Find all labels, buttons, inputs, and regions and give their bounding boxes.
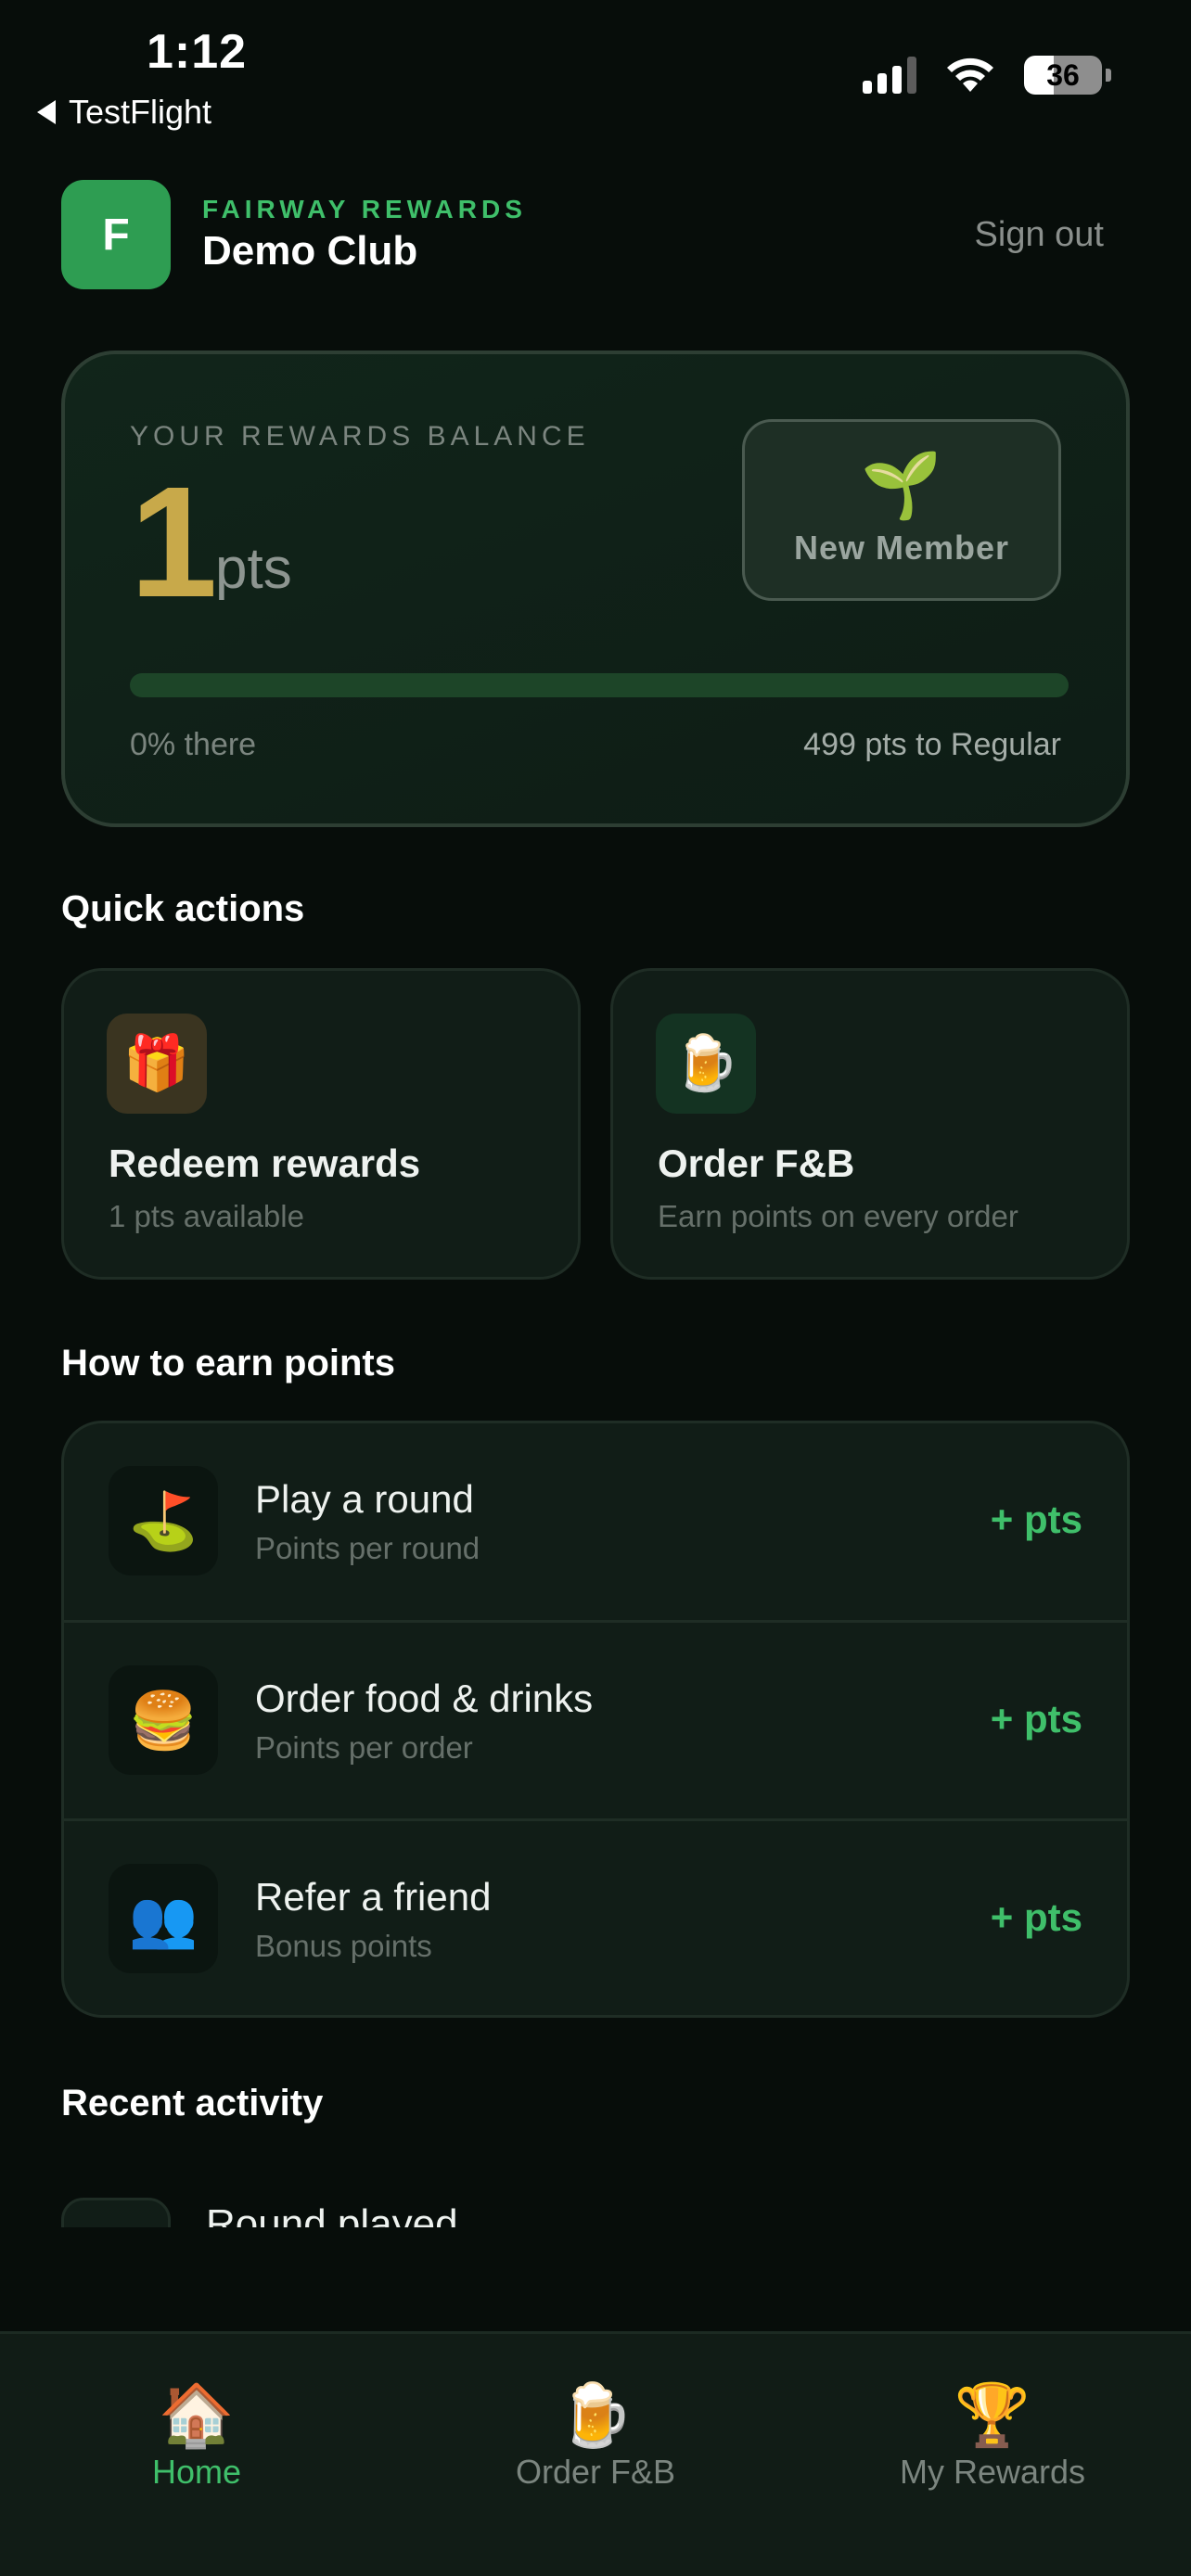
quick-action-title: Redeem rewards xyxy=(109,1141,421,1185)
sign-out-button[interactable]: Sign out xyxy=(975,215,1104,255)
order-fb-card[interactable]: 🍺 Order F&B Earn points on every order xyxy=(610,968,1130,1280)
activity-item-title[interactable]: Round played xyxy=(206,2201,458,2227)
golf-flag-icon: ⛳ xyxy=(109,1466,218,1575)
beer-mug-icon: 🍺 xyxy=(656,1014,756,1114)
tier-progress-bar xyxy=(130,673,1069,697)
balance-unit: pts xyxy=(215,537,292,601)
recent-activity-list: Round played xyxy=(0,2188,1191,2227)
back-to-app-link[interactable]: TestFlight xyxy=(37,93,211,132)
earn-item-points: + pts xyxy=(990,1498,1082,1541)
tab-order-fb[interactable]: 🍺 Order F&B xyxy=(456,2384,735,2492)
quick-action-title: Order F&B xyxy=(658,1141,855,1185)
home-screen: 1:12 TestFlight 36 F FAIRWAY REWARDS Dem… xyxy=(0,0,1191,2576)
house-icon: 🏠 xyxy=(158,2380,236,2449)
balance-label: YOUR REWARDS BALANCE xyxy=(130,421,590,452)
burger-icon: 🍔 xyxy=(109,1665,218,1775)
earn-item-title: Refer a friend xyxy=(255,1875,492,1919)
earn-item-title: Order food & drinks xyxy=(255,1677,594,1720)
battery-level: 36 xyxy=(1024,56,1102,95)
redeem-rewards-card[interactable]: 🎁 Redeem rewards 1 pts available xyxy=(61,968,581,1280)
earn-item-subtitle: Points per order xyxy=(255,1730,473,1765)
tab-label: Home xyxy=(151,2453,242,2491)
earn-item-points: + pts xyxy=(990,1895,1082,1939)
earn-item-refer-friend[interactable]: 👥 Refer a friend Bonus points + pts xyxy=(64,1818,1127,2015)
quick-actions-heading: Quick actions xyxy=(61,888,305,929)
tab-label: My Rewards xyxy=(899,2453,1086,2491)
earn-points-heading: How to earn points xyxy=(61,1343,395,1384)
beer-mug-icon: 🍺 xyxy=(557,2380,634,2449)
balance-points: 1 xyxy=(130,454,218,631)
tab-my-rewards[interactable]: 🏆 My Rewards xyxy=(853,2384,1132,2492)
tab-home[interactable]: 🏠 Home xyxy=(58,2384,336,2492)
status-indicators: 36 xyxy=(863,56,1111,95)
club-logo: F xyxy=(61,180,171,289)
status-time: 1:12 xyxy=(147,25,248,79)
progress-percent: 0% there xyxy=(130,727,257,762)
quick-action-subtitle: Earn points on every order xyxy=(658,1199,1018,1233)
earn-points-list: ⛳ Play a round Points per round + pts 🍔 … xyxy=(61,1421,1130,2018)
earn-item-points: + pts xyxy=(990,1697,1082,1741)
recent-activity-heading: Recent activity xyxy=(61,2083,324,2123)
back-app-label: TestFlight xyxy=(69,93,212,131)
people-icon: 👥 xyxy=(109,1864,218,1973)
tier-badge[interactable]: 🌱 New Member xyxy=(742,419,1061,601)
points-to-next-tier: 499 pts to Regular xyxy=(803,727,1061,762)
quick-action-subtitle: 1 pts available xyxy=(109,1199,304,1233)
bottom-tab-bar: 🏠 Home 🍺 Order F&B 🏆 My Rewards xyxy=(0,2331,1191,2576)
tab-label: Order F&B xyxy=(515,2453,676,2491)
earn-item-title: Play a round xyxy=(255,1477,474,1521)
cellular-signal-icon xyxy=(863,57,916,94)
activity-icon xyxy=(61,2198,171,2227)
tier-name: New Member xyxy=(793,529,1010,567)
earn-item-subtitle: Bonus points xyxy=(255,1929,432,1963)
wifi-icon xyxy=(947,57,993,92)
sprout-icon: 🌱 xyxy=(861,449,942,521)
earn-item-play-round[interactable]: ⛳ Play a round Points per round + pts xyxy=(64,1423,1127,1622)
trophy-icon: 🏆 xyxy=(954,2380,1031,2449)
earn-item-subtitle: Points per round xyxy=(255,1531,480,1565)
battery-icon: 36 xyxy=(1024,56,1111,95)
brand-tagline: FAIRWAY REWARDS xyxy=(202,195,527,223)
earn-item-order-food[interactable]: 🍔 Order food & drinks Points per order +… xyxy=(64,1620,1127,1818)
gift-icon: 🎁 xyxy=(107,1014,207,1114)
back-arrow-icon xyxy=(37,100,56,124)
club-name: Demo Club xyxy=(202,228,418,274)
rewards-balance-card: YOUR REWARDS BALANCE 1 pts 🌱 New Member … xyxy=(61,351,1130,827)
